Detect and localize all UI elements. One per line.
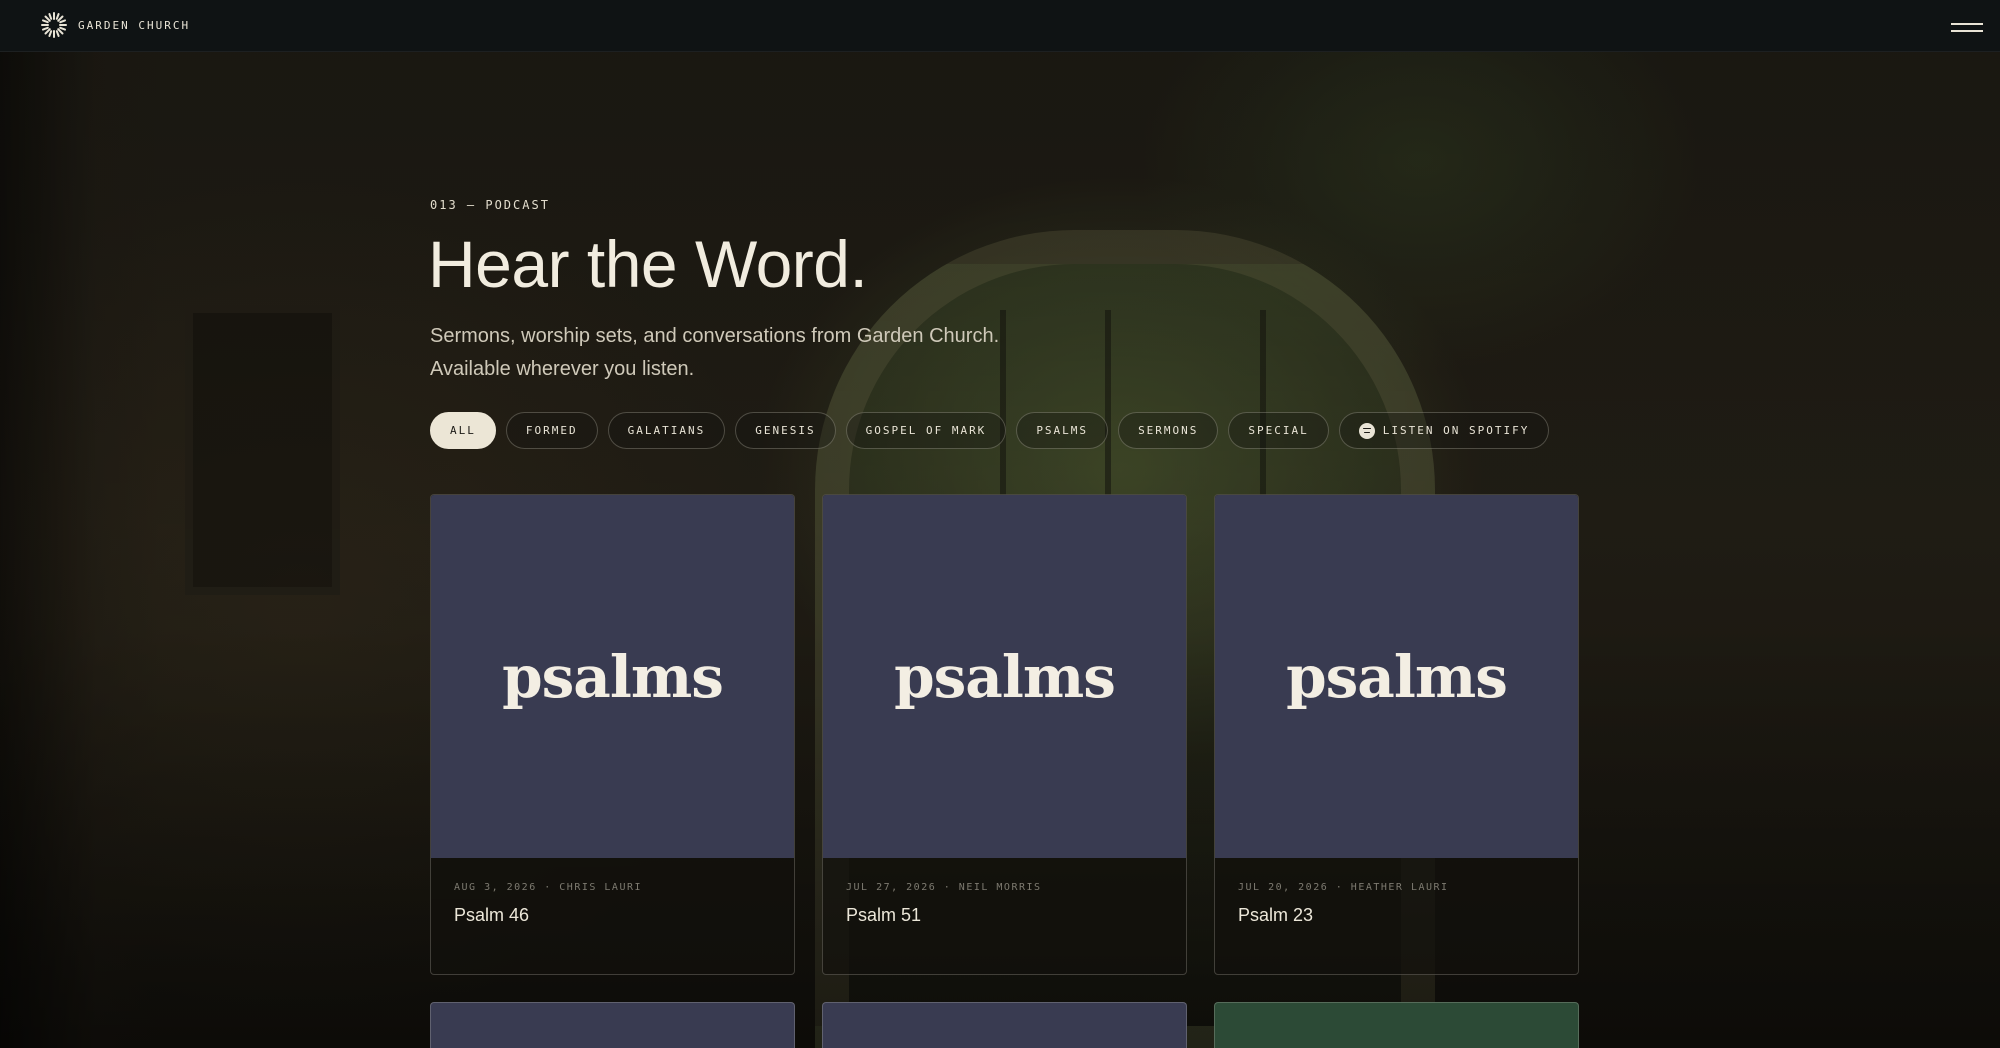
section-eyebrow: 013 — PODCAST — [430, 198, 550, 212]
hamburger-menu-icon[interactable] — [1951, 20, 1985, 34]
filter-chip-sermons[interactable]: SERMONS — [1118, 412, 1219, 449]
brand-name: GARDEN CHURCH — [78, 18, 191, 32]
listen-on-spotify-button[interactable]: LISTEN ON SPOTIFY — [1338, 412, 1550, 449]
menu-line — [1951, 23, 1983, 25]
page-title: Hear the Word. — [428, 227, 868, 301]
episode-title: Psalm 46 — [454, 905, 530, 925]
brand-home-link[interactable]: GARDEN CHURCH — [40, 11, 190, 39]
episode-card[interactable]: psalms JUL 20, 2026 · HEATHER LAURI Psal… — [1214, 494, 1579, 975]
artwork-series-text: psalms — [1286, 642, 1508, 711]
episode-meta: JUL 20, 2026 · HEATHER LAURI — [1238, 882, 1449, 893]
artwork-series-text: psalms — [502, 642, 724, 711]
episode-card-next-row[interactable] — [1214, 1002, 1579, 1048]
episode-title: Psalm 51 — [846, 905, 922, 925]
filter-chip-formed[interactable]: FORMED — [505, 412, 598, 449]
filter-chip-special[interactable]: SPECIAL — [1228, 412, 1329, 449]
episode-artwork: psalms — [1215, 495, 1578, 858]
episode-artwork: psalms — [823, 495, 1186, 858]
page-subtitle: Sermons, worship sets, and conversations… — [430, 320, 1070, 386]
episode-title: Psalm 23 — [1238, 905, 1314, 925]
sunburst-icon — [41, 12, 67, 38]
spotify-icon — [1358, 422, 1375, 439]
artwork-series-text: psalms — [894, 642, 1116, 711]
filter-chip-genesis[interactable]: GENESIS — [735, 412, 836, 449]
episode-artwork: psalms — [431, 495, 794, 858]
filter-chip-psalms[interactable]: PSALMS — [1016, 412, 1109, 449]
episode-meta: JUL 27, 2026 · NEIL MORRIS — [846, 882, 1042, 893]
episode-card-next-row[interactable] — [822, 1002, 1187, 1048]
episode-card-next-row[interactable] — [430, 1002, 795, 1048]
filter-chip-galatians[interactable]: GALATIANS — [607, 412, 726, 449]
filter-chip-all[interactable]: ALL — [430, 412, 496, 449]
spotify-label: LISTEN ON SPOTIFY — [1382, 424, 1530, 437]
top-navigation-bar: GARDEN CHURCH — [0, 0, 2000, 52]
subtitle-line-2: Available wherever you listen. — [430, 358, 695, 380]
episode-card[interactable]: psalms AUG 3, 2026 · CHRIS LAURI Psalm 4… — [430, 494, 795, 975]
episode-card[interactable]: psalms JUL 27, 2026 · NEIL MORRIS Psalm … — [822, 494, 1187, 975]
menu-line — [1951, 30, 1983, 32]
filter-chip-gospel-of-mark[interactable]: GOSPEL OF MARK — [845, 412, 1007, 449]
series-filter-bar: ALL FORMED GALATIANS GENESIS GOSPEL OF M… — [430, 412, 1550, 449]
subtitle-line-1: Sermons, worship sets, and conversations… — [430, 325, 1000, 347]
episode-meta: AUG 3, 2026 · CHRIS LAURI — [454, 882, 643, 893]
